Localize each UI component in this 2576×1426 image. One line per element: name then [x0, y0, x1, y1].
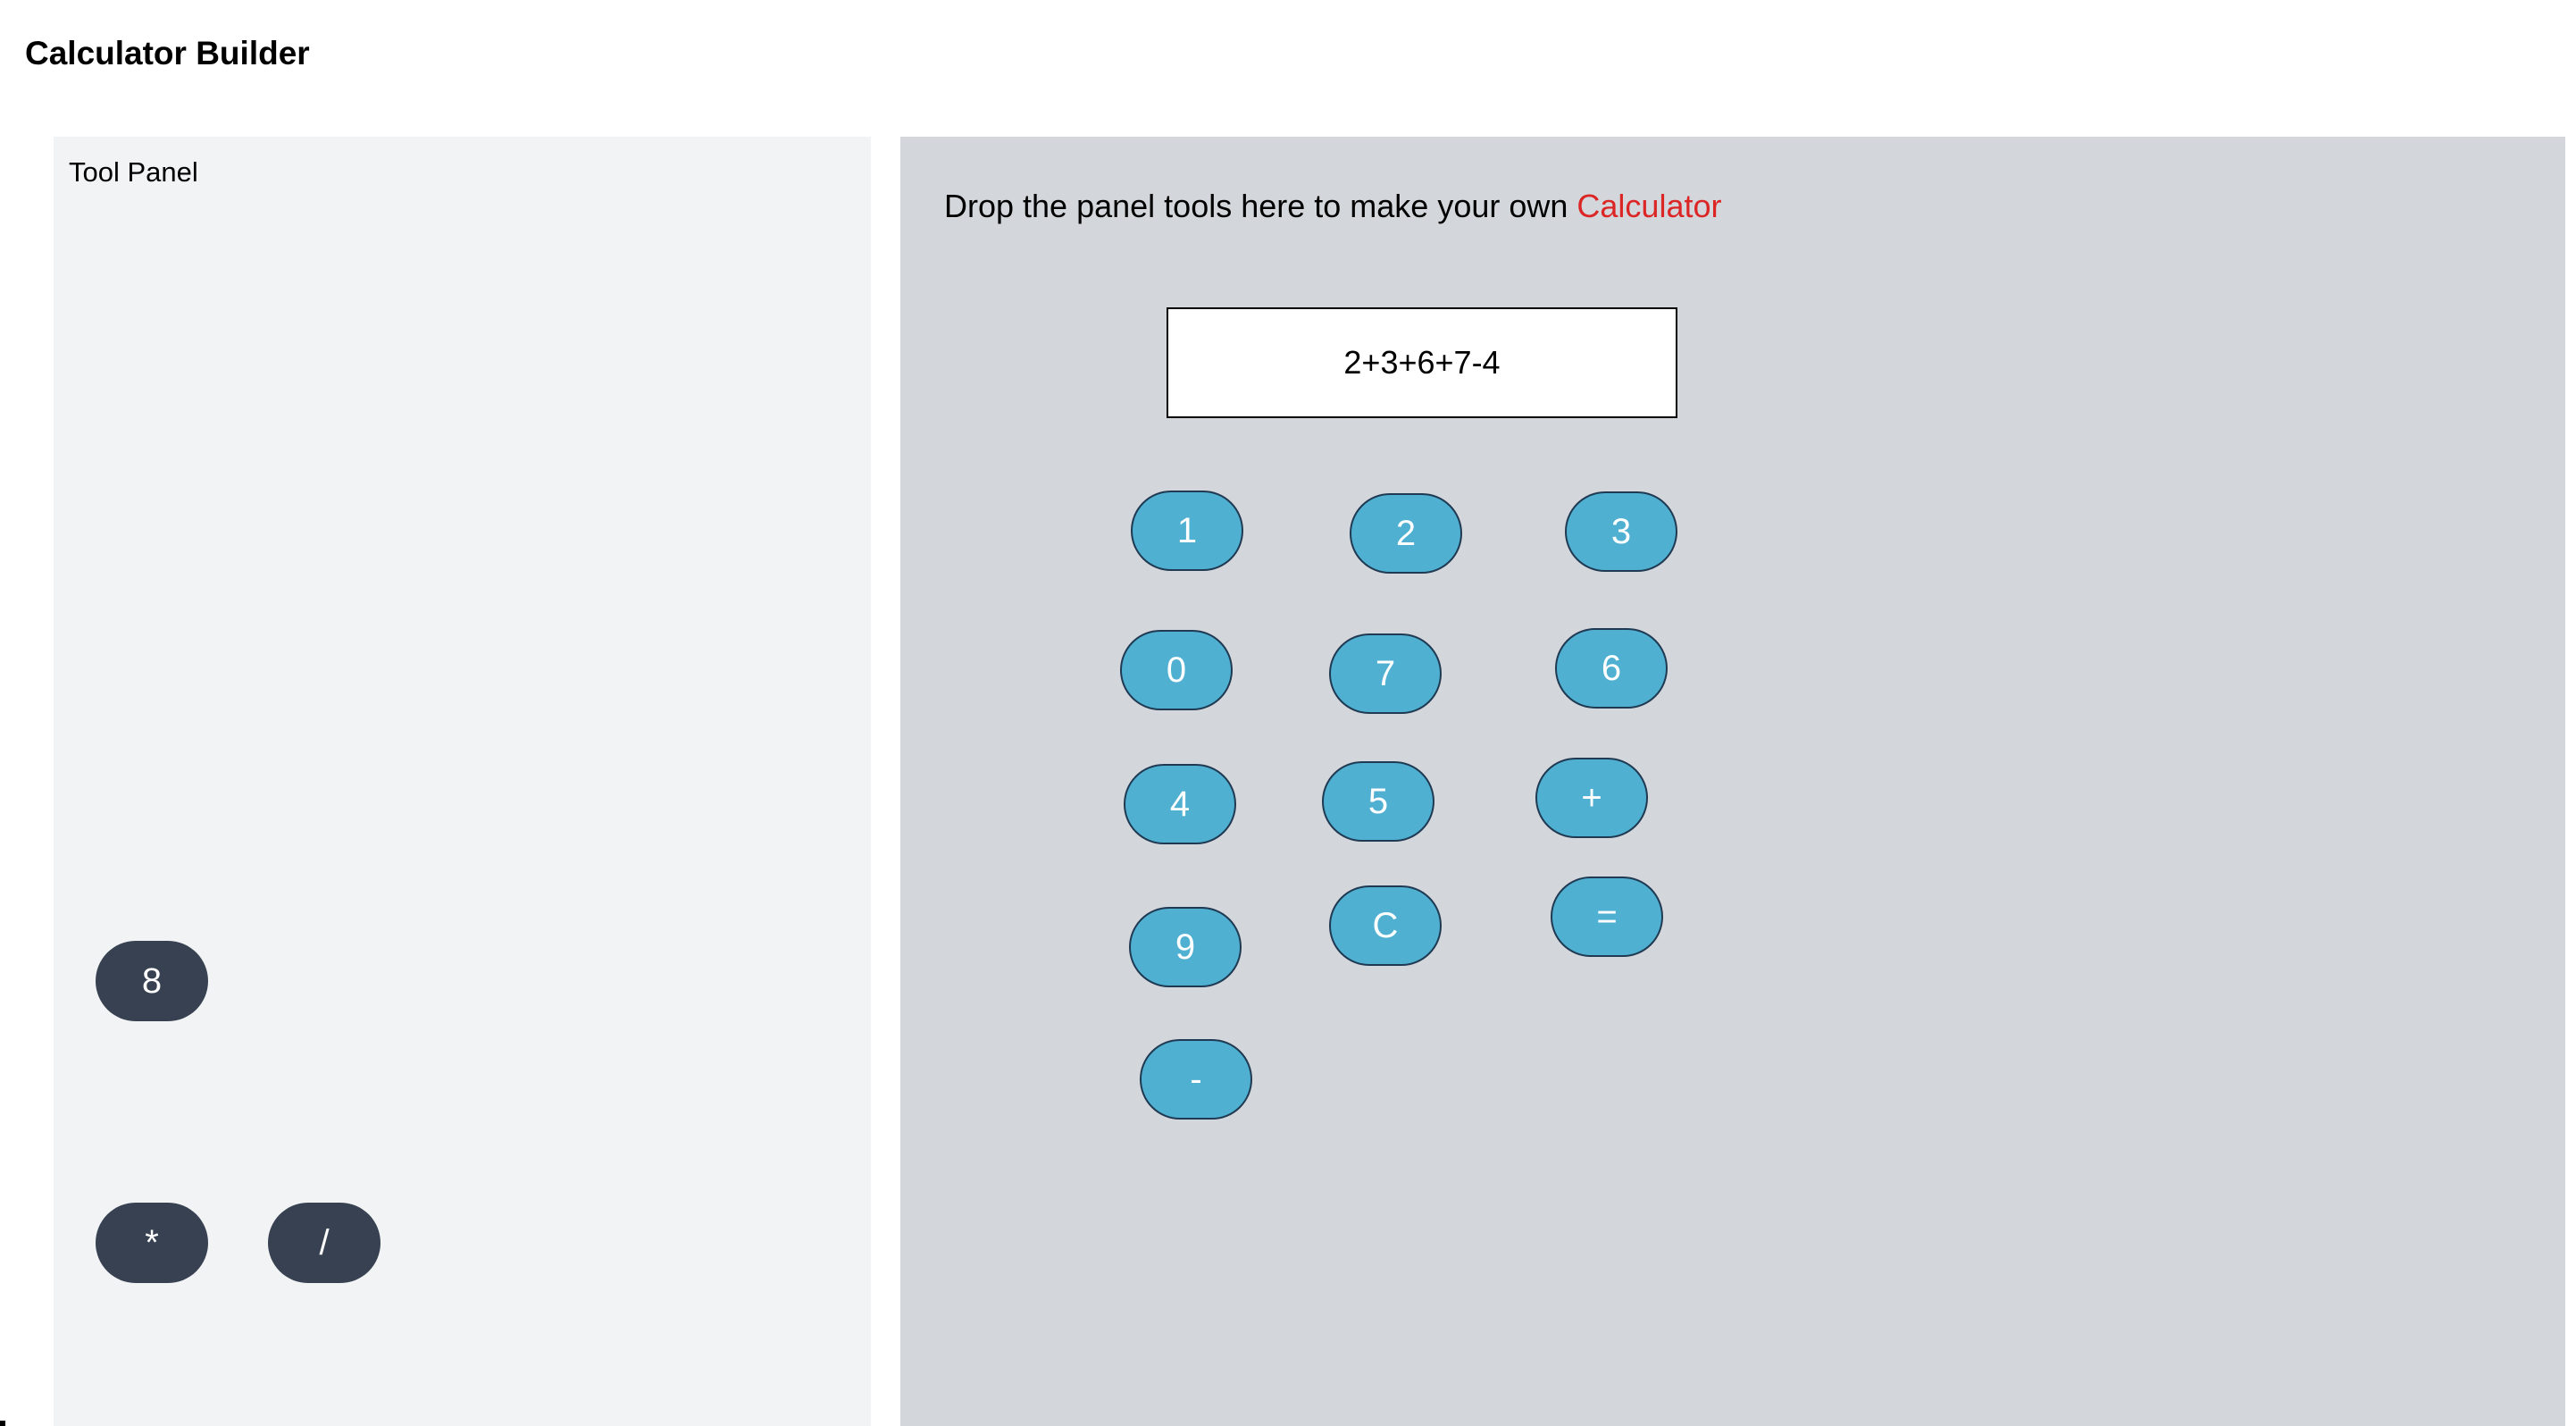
tool-panel: Tool Panel 8 * / [54, 137, 871, 1426]
drop-instruction-accent: Calculator [1577, 188, 1722, 224]
calculator-drop-zone[interactable]: Drop the panel tools here to make your o… [900, 137, 2565, 1426]
calc-key-0[interactable]: 0 [1120, 630, 1233, 710]
tool-key-multiply[interactable]: * [96, 1203, 208, 1283]
calc-key-7[interactable]: 7 [1329, 633, 1442, 714]
tool-panel-title: Tool Panel [69, 156, 198, 188]
calc-key-plus[interactable]: + [1535, 758, 1648, 838]
calc-key-clear[interactable]: C [1329, 885, 1442, 966]
app-title: Calculator Builder [25, 35, 310, 71]
calculator-builder-page: Calculator Builder Tool Panel 8 * / Drop… [0, 0, 2576, 1426]
calc-key-minus[interactable]: - [1140, 1039, 1252, 1120]
drop-instruction: Drop the panel tools here to make your o… [944, 185, 1721, 228]
tool-key-8[interactable]: 8 [96, 941, 208, 1021]
calc-key-6[interactable]: 6 [1555, 628, 1668, 709]
calc-key-4[interactable]: 4 [1124, 764, 1236, 844]
tool-key-divide[interactable]: / [268, 1203, 381, 1283]
drop-instruction-text: Drop the panel tools here to make your o… [944, 188, 1577, 224]
calc-key-2[interactable]: 2 [1350, 493, 1462, 574]
calc-key-3[interactable]: 3 [1565, 491, 1677, 572]
window-corner [0, 1421, 5, 1426]
calc-key-5[interactable]: 5 [1322, 761, 1434, 842]
calculator-display: 2+3+6+7-4 [1167, 307, 1677, 418]
calc-key-9[interactable]: 9 [1129, 907, 1242, 987]
calc-key-equals[interactable]: = [1551, 877, 1663, 957]
calc-key-1[interactable]: 1 [1131, 491, 1243, 571]
